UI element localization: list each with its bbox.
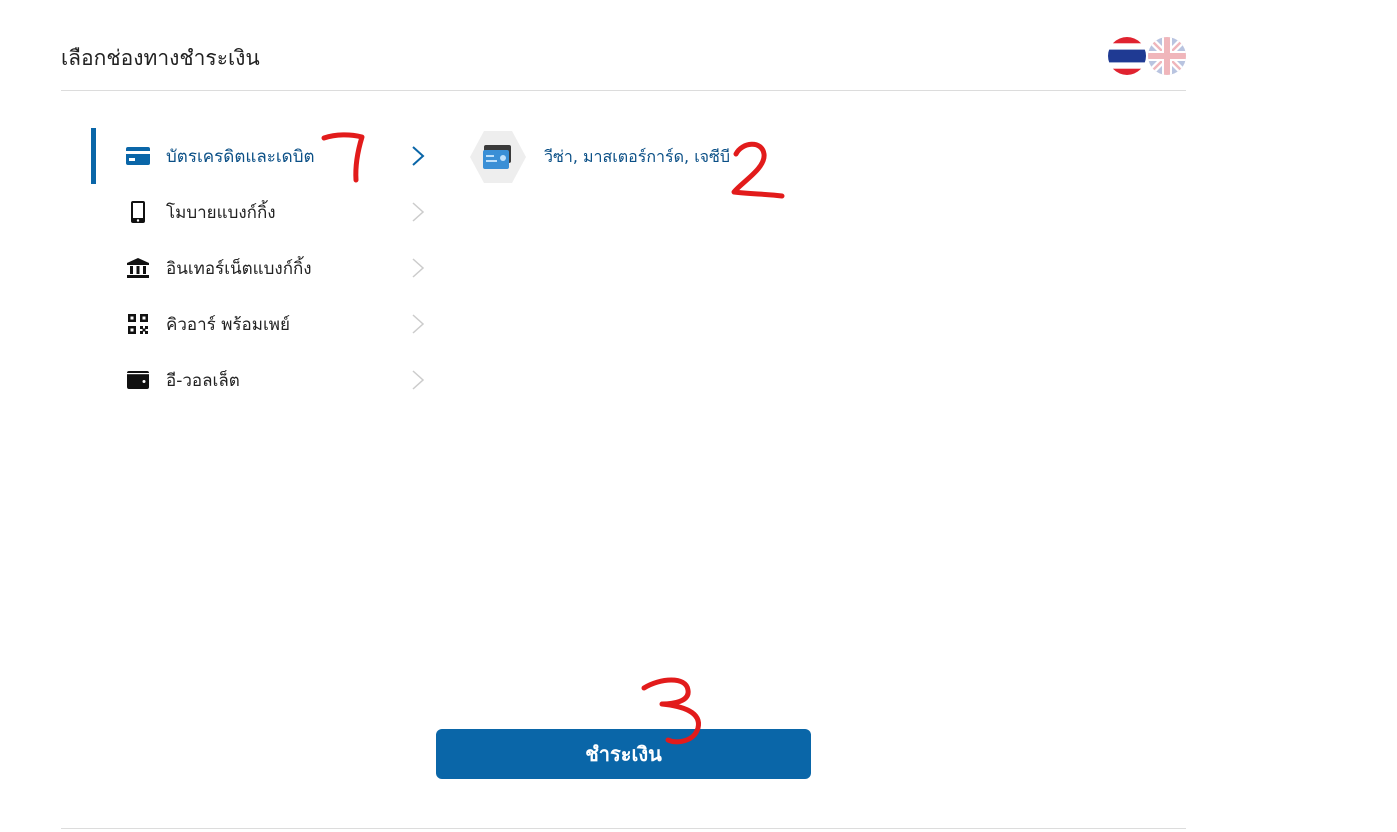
method-label: อินเทอร์เน็ตแบงก์กิ้ง [166,258,312,279]
page-title: เลือกช่องทางชำระเงิน [61,46,260,70]
card-hexagon-icon [470,131,526,183]
card-option-label: วีซ่า, มาสเตอร์การ์ด, เจซีบี [544,146,731,166]
chevron-right-icon [412,202,425,222]
header: เลือกช่องทางชำระเงิน [61,30,1186,91]
method-label: โมบายแบงก์กิ้ง [166,202,276,223]
chevron-right-icon [412,146,425,166]
thai-flag-icon[interactable] [1108,37,1146,75]
credit-card-icon [126,144,150,168]
annotation-2 [731,141,785,199]
uk-flag-icon[interactable] [1148,37,1186,75]
chevron-right-icon [412,314,425,334]
card-option-visa-mastercard-jcb[interactable]: วีซ่า, มาสเตอร์การ์ด, เจซีบี [470,131,730,183]
chevron-right-icon [412,258,425,278]
language-switcher [1108,37,1186,75]
payment-method-list: บัตรเครดิตและเดบิต โมบายแบงก์กิ้ง อินเทอ… [91,128,436,408]
pay-button[interactable]: ชำระเงิน [436,729,811,779]
method-item-credit-card[interactable]: บัตรเครดิตและเดบิต [91,128,436,184]
method-item-internet-banking[interactable]: อินเทอร์เน็ตแบงก์กิ้ง [91,240,436,296]
bank-icon [126,256,150,280]
mobile-phone-icon [126,200,150,224]
wallet-icon [126,368,150,392]
method-label: คิวอาร์ พร้อมเพย์ [166,314,290,335]
method-label: อี-วอลเล็ต [166,370,240,391]
method-label: บัตรเครดิตและเดบิต [166,146,315,167]
method-item-e-wallet[interactable]: อี-วอลเล็ต [91,352,436,408]
method-item-qr-promptpay[interactable]: คิวอาร์ พร้อมเพย์ [91,296,436,352]
chevron-right-icon [412,370,425,390]
payment-page: เลือกช่องทางชำระเงิน บัตรเครดิตและเดบิต … [0,0,1397,832]
method-item-mobile-banking[interactable]: โมบายแบงก์กิ้ง [91,184,436,240]
qr-code-icon [126,312,150,336]
footer-divider [61,828,1186,829]
